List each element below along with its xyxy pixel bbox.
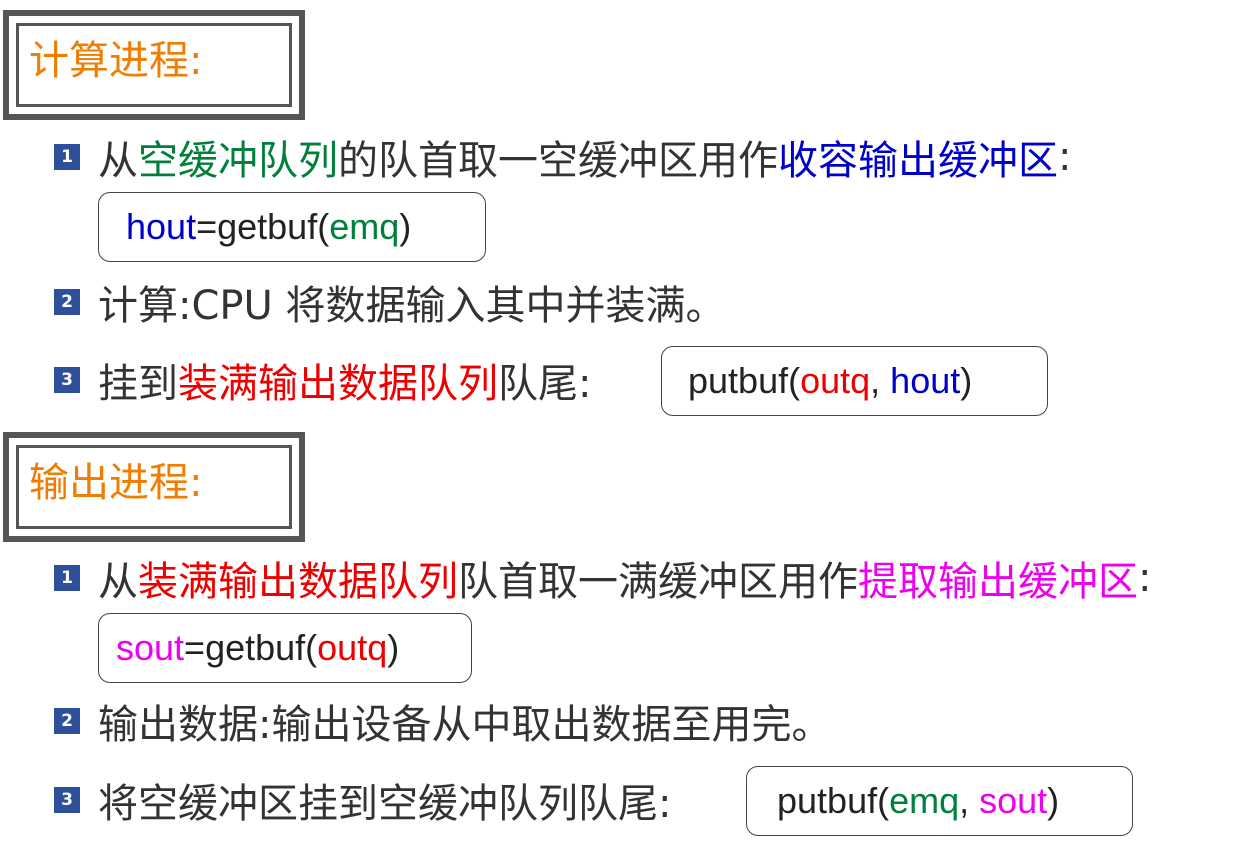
code-paren: ) [399, 206, 412, 247]
code-arg-outq: outq [317, 627, 388, 668]
step-text-sout-buffer: 提取输出缓冲区 [858, 559, 1138, 605]
code-var-hout: hout [126, 206, 197, 247]
output-title-box: 输出进程: [3, 432, 305, 542]
step-number-badge: 3 [54, 367, 80, 393]
code-arg-hout: hout [890, 360, 961, 401]
step-text-full-queue: 装满输出数据队列 [138, 559, 458, 605]
code-paren: ) [387, 627, 400, 668]
step-text: 输出数据:输出设备从中取出数据至用完。 [98, 702, 832, 748]
step-number-badge: 1 [54, 144, 80, 170]
compute-title-box: 计算进程: [3, 10, 305, 120]
step-text: 的队首取一空缓冲区用作 [338, 138, 778, 184]
step-text: 从 [98, 559, 138, 605]
step-text-colon: : [1058, 134, 1072, 180]
output-step-3: 3 将空缓冲区挂到空缓冲队列队尾: [40, 770, 671, 830]
step-text-full-queue: 装满输出数据队列 [178, 361, 498, 407]
step-text: 计算:CPU 将数据输入其中并装满。 [98, 283, 726, 329]
step-number-badge: 2 [54, 289, 80, 315]
code-fn: =getbuf( [184, 627, 318, 668]
step-text: 队首取一满缓冲区用作 [458, 559, 858, 605]
step-text-empty-queue: 空缓冲队列 [138, 138, 338, 184]
output-step-1-code: sout =getbuf( outq ) [98, 613, 472, 683]
step-text: 队尾: [498, 361, 592, 407]
code-fn: putbuf( [777, 780, 890, 821]
compute-step-2: 2 计算:CPU 将数据输入其中并装满。 [40, 272, 726, 332]
code-arg-emq: emq [329, 206, 400, 247]
output-step-2: 2 输出数据:输出设备从中取出数据至用完。 [40, 691, 831, 751]
output-title: 输出进程: [29, 460, 203, 506]
code-arg-sout: sout [979, 780, 1048, 821]
code-var-sout: sout [116, 627, 185, 668]
output-step-3-code: putbuf( emq , sout ) [746, 766, 1133, 836]
code-arg-emq: emq [889, 780, 960, 821]
step-text-colon: : [1138, 555, 1152, 601]
compute-step-1: 1 从 空缓冲队列 的队首取一空缓冲区用作 收容输出缓冲区 : [40, 127, 1071, 187]
compute-step-1-code: hout =getbuf( emq ) [98, 192, 486, 262]
step-text: 挂到 [98, 361, 178, 407]
compute-step-3: 3 挂到 装满输出数据队列 队尾: [40, 350, 591, 410]
step-text: 将空缓冲区挂到空缓冲队列队尾: [98, 781, 672, 827]
compute-step-3-code: putbuf( outq , hout ) [661, 346, 1048, 416]
output-step-1: 1 从 装满输出数据队列 队首取一满缓冲区用作 提取输出缓冲区 : [40, 548, 1151, 608]
step-number-badge: 1 [54, 565, 80, 591]
code-comma: , [959, 780, 980, 821]
compute-title: 计算进程: [29, 38, 203, 84]
code-paren: ) [960, 360, 973, 401]
step-number-badge: 2 [54, 708, 80, 734]
code-arg-outq: outq [800, 360, 871, 401]
code-fn: putbuf( [688, 360, 801, 401]
step-number-badge: 3 [54, 787, 80, 813]
code-comma: , [870, 360, 891, 401]
step-text-hout-buffer: 收容输出缓冲区 [778, 138, 1058, 184]
step-text: 从 [98, 138, 138, 184]
code-fn: =getbuf( [196, 206, 330, 247]
code-paren: ) [1047, 780, 1060, 821]
